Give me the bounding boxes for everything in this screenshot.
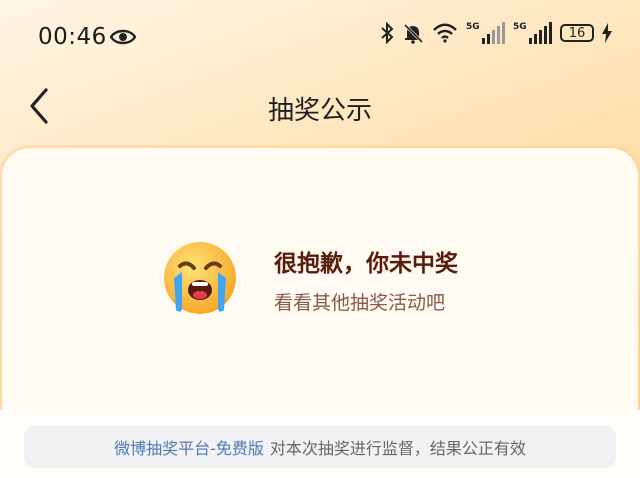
wifi-icon [433,23,457,43]
result-title: 很抱歉，你未中奖 [274,251,458,277]
mute-bell-icon [403,23,424,44]
eye-icon [110,29,136,45]
status-time: 00:46 [38,24,107,50]
result-subtitle[interactable]: 看看其他抽奖活动吧 [274,288,445,315]
signal-label: 5G [466,22,480,32]
bluetooth-icon [381,22,394,44]
crying-face-icon [164,242,236,314]
nav-bar: 抽奖公示 [0,78,640,134]
footer: 微博抽奖平台-免费版 对本次抽奖进行监督，结果公正有效 [0,410,640,478]
status-bar: 00:46 5G 5G 16 [0,0,640,70]
supervision-notice: 微博抽奖平台-免费版 对本次抽奖进行监督，结果公正有效 [24,426,616,468]
page-title: 抽奖公示 [267,96,372,126]
battery-level: 16 [568,25,586,41]
signal-strength-icon: 5G [513,22,552,44]
battery-icon: 16 [560,24,594,42]
result-card: 很抱歉，你未中奖 看看其他抽奖活动吧 [2,148,638,448]
notice-text: 对本次抽奖进行监督，结果公正有效 [269,439,526,458]
charging-bolt-icon [602,23,612,43]
platform-link[interactable]: 微博抽奖平台-免费版 [114,435,264,459]
signal-strength-icon: 5G [466,22,505,44]
signal-label: 5G [513,22,527,32]
